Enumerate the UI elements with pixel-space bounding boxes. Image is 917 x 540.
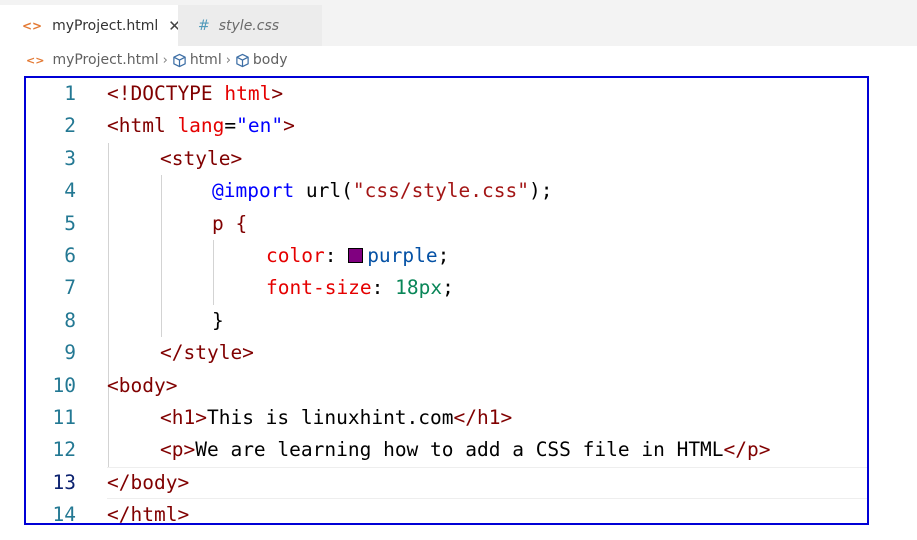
code-token: <h1> — [160, 406, 207, 429]
breadcrumb: <> myProject.html › html › body — [0, 46, 917, 74]
line-content: </style> — [160, 337, 254, 369]
line-content: @import url("css/style.css"); — [212, 175, 552, 207]
code-token: html — [212, 82, 272, 105]
code-token: > — [271, 82, 284, 105]
code-token: "css/style.css" — [352, 179, 529, 203]
line-number: 6 — [64, 244, 76, 267]
line-content: <h1>This is linuxhint.com</h1> — [160, 402, 512, 434]
code-token: <!DOCTYPE — [107, 82, 213, 105]
line-number: 11 — [52, 406, 76, 429]
code-token: p { — [212, 211, 248, 235]
code-token: <p> — [160, 438, 196, 462]
line-content: <!DOCTYPE html> — [107, 78, 283, 110]
tab-myproject-html[interactable]: <> myProject.html ✕ — [0, 5, 181, 46]
line-number: 2 — [64, 114, 76, 138]
code-token: url( — [294, 179, 353, 203]
line-number: 13 — [52, 470, 76, 494]
tab-label: style.css — [218, 17, 280, 34]
code-token: color — [266, 244, 325, 267]
tab-label: myProject.html — [52, 17, 159, 34]
code-token: </style> — [160, 341, 254, 365]
code-token: @import — [212, 179, 295, 203]
code-line[interactable]: 4 @import url("css/style.css"); — [26, 175, 867, 207]
editor-tab-bar: <> myProject.html ✕ # style.css — [0, 0, 917, 46]
code-line[interactable]: 12 <p>We are learning how to add a CSS f… — [26, 434, 867, 466]
line-number: 14 — [52, 503, 76, 525]
line-number: 7 — [64, 276, 76, 300]
code-token: ); — [529, 179, 553, 203]
code-editor[interactable]: 1 <!DOCTYPE html> 2 <html lang="en"> 3 <… — [24, 76, 869, 525]
breadcrumb-file[interactable]: myProject.html — [52, 52, 158, 68]
line-content: } — [212, 305, 224, 337]
html-file-icon: <> — [26, 53, 45, 67]
line-content: font-size: 18px; — [266, 272, 454, 304]
code-token: : — [371, 276, 396, 300]
code-line[interactable]: 9 </style> — [26, 337, 867, 369]
code-line[interactable]: 14 </html> — [26, 499, 867, 525]
line-number: 12 — [52, 438, 76, 462]
line-content: <html lang="en"> — [107, 110, 295, 142]
line-number: 8 — [64, 308, 76, 332]
code-line[interactable]: 6 color: purple; — [26, 240, 867, 272]
code-token: ; — [442, 276, 454, 300]
code-token: : — [324, 244, 349, 267]
code-token: lang — [165, 114, 225, 138]
line-content: p { — [212, 208, 247, 240]
code-line[interactable]: 3 <style> — [26, 143, 867, 175]
line-number: 4 — [64, 179, 76, 203]
code-token: <style> — [160, 146, 243, 170]
color-swatch-icon[interactable] — [348, 248, 364, 263]
line-content: color: purple; — [266, 240, 449, 272]
line-number: 10 — [52, 373, 76, 397]
line-number: 3 — [64, 146, 76, 170]
code-line[interactable]: 8 } — [26, 305, 867, 337]
code-token: </html> — [107, 503, 190, 525]
line-content: <body> — [107, 370, 177, 402]
tab-style-css[interactable]: # style.css — [178, 5, 322, 46]
code-token: = — [224, 114, 237, 138]
code-line[interactable]: 13 </body> — [26, 467, 867, 499]
chevron-right-icon: › — [225, 52, 231, 68]
code-token: font-size — [266, 276, 372, 300]
line-content: </body> — [107, 467, 189, 499]
code-token: <body> — [107, 373, 178, 397]
code-token: > — [283, 114, 295, 138]
code-token: </body> — [107, 470, 190, 494]
line-content: <style> — [160, 143, 242, 175]
code-line[interactable]: 11 <h1>This is linuxhint.com</h1> — [26, 402, 867, 434]
element-cube-icon — [172, 53, 187, 68]
code-line[interactable]: 1 <!DOCTYPE html> — [26, 78, 867, 110]
code-line[interactable]: 5 p { — [26, 208, 867, 240]
breadcrumb-item-body[interactable]: body — [253, 52, 288, 68]
line-content: <p>We are learning how to add a CSS file… — [160, 434, 771, 466]
code-line[interactable]: 10 <body> — [26, 370, 867, 402]
html-file-icon: <> — [22, 18, 43, 33]
code-token: } — [212, 308, 224, 332]
code-line[interactable]: 2 <html lang="en"> — [26, 110, 867, 142]
code-token: "en" — [236, 114, 284, 138]
line-number: 5 — [64, 211, 76, 235]
code-token: </h1> — [453, 406, 513, 429]
code-token: ; — [437, 244, 450, 267]
element-cube-icon — [235, 53, 250, 68]
breadcrumb-item-html[interactable]: html — [190, 52, 222, 68]
css-file-icon: # — [198, 17, 210, 34]
code-token: This is linuxhint.com — [206, 406, 454, 429]
line-number: 9 — [64, 341, 76, 365]
code-token: </p> — [723, 438, 771, 462]
line-content: </html> — [107, 499, 190, 525]
chevron-right-icon: › — [162, 52, 168, 68]
code-token: <html — [107, 114, 166, 138]
code-token: We are learning how to add a CSS file in… — [195, 438, 724, 462]
code-line[interactable]: 7 font-size: 18px; — [26, 272, 867, 304]
line-number: 1 — [64, 82, 76, 105]
code-token: 18px — [395, 276, 443, 300]
code-token: purple — [367, 244, 438, 267]
